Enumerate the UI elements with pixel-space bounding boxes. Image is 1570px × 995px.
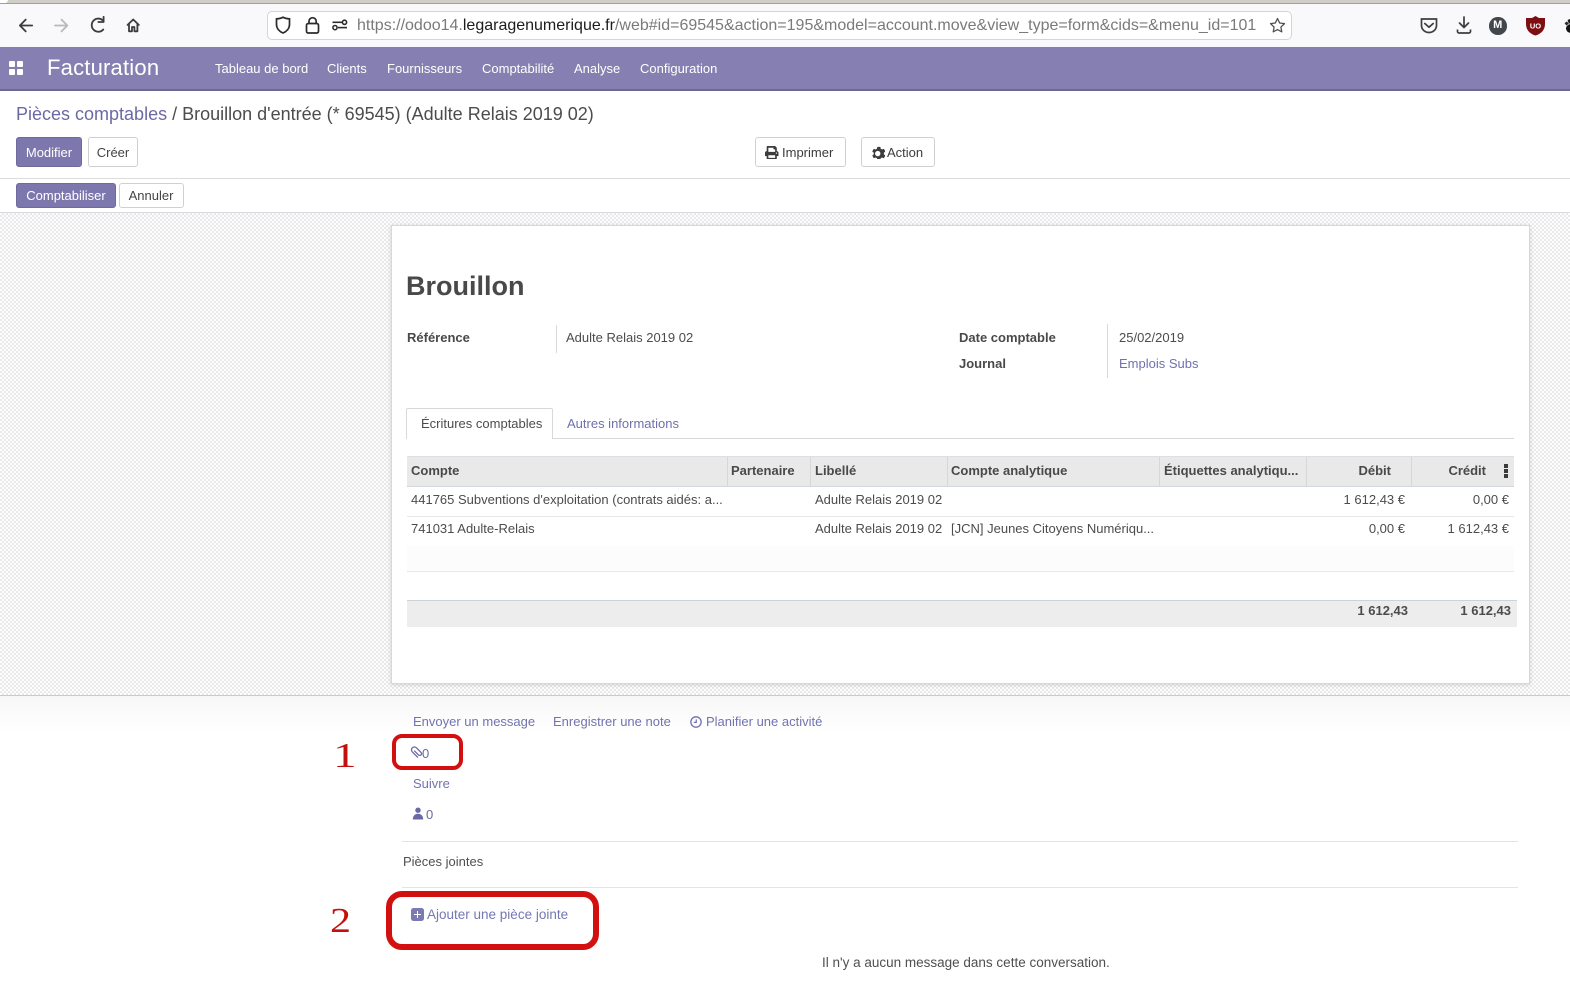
svg-text:UO: UO: [1530, 22, 1541, 31]
